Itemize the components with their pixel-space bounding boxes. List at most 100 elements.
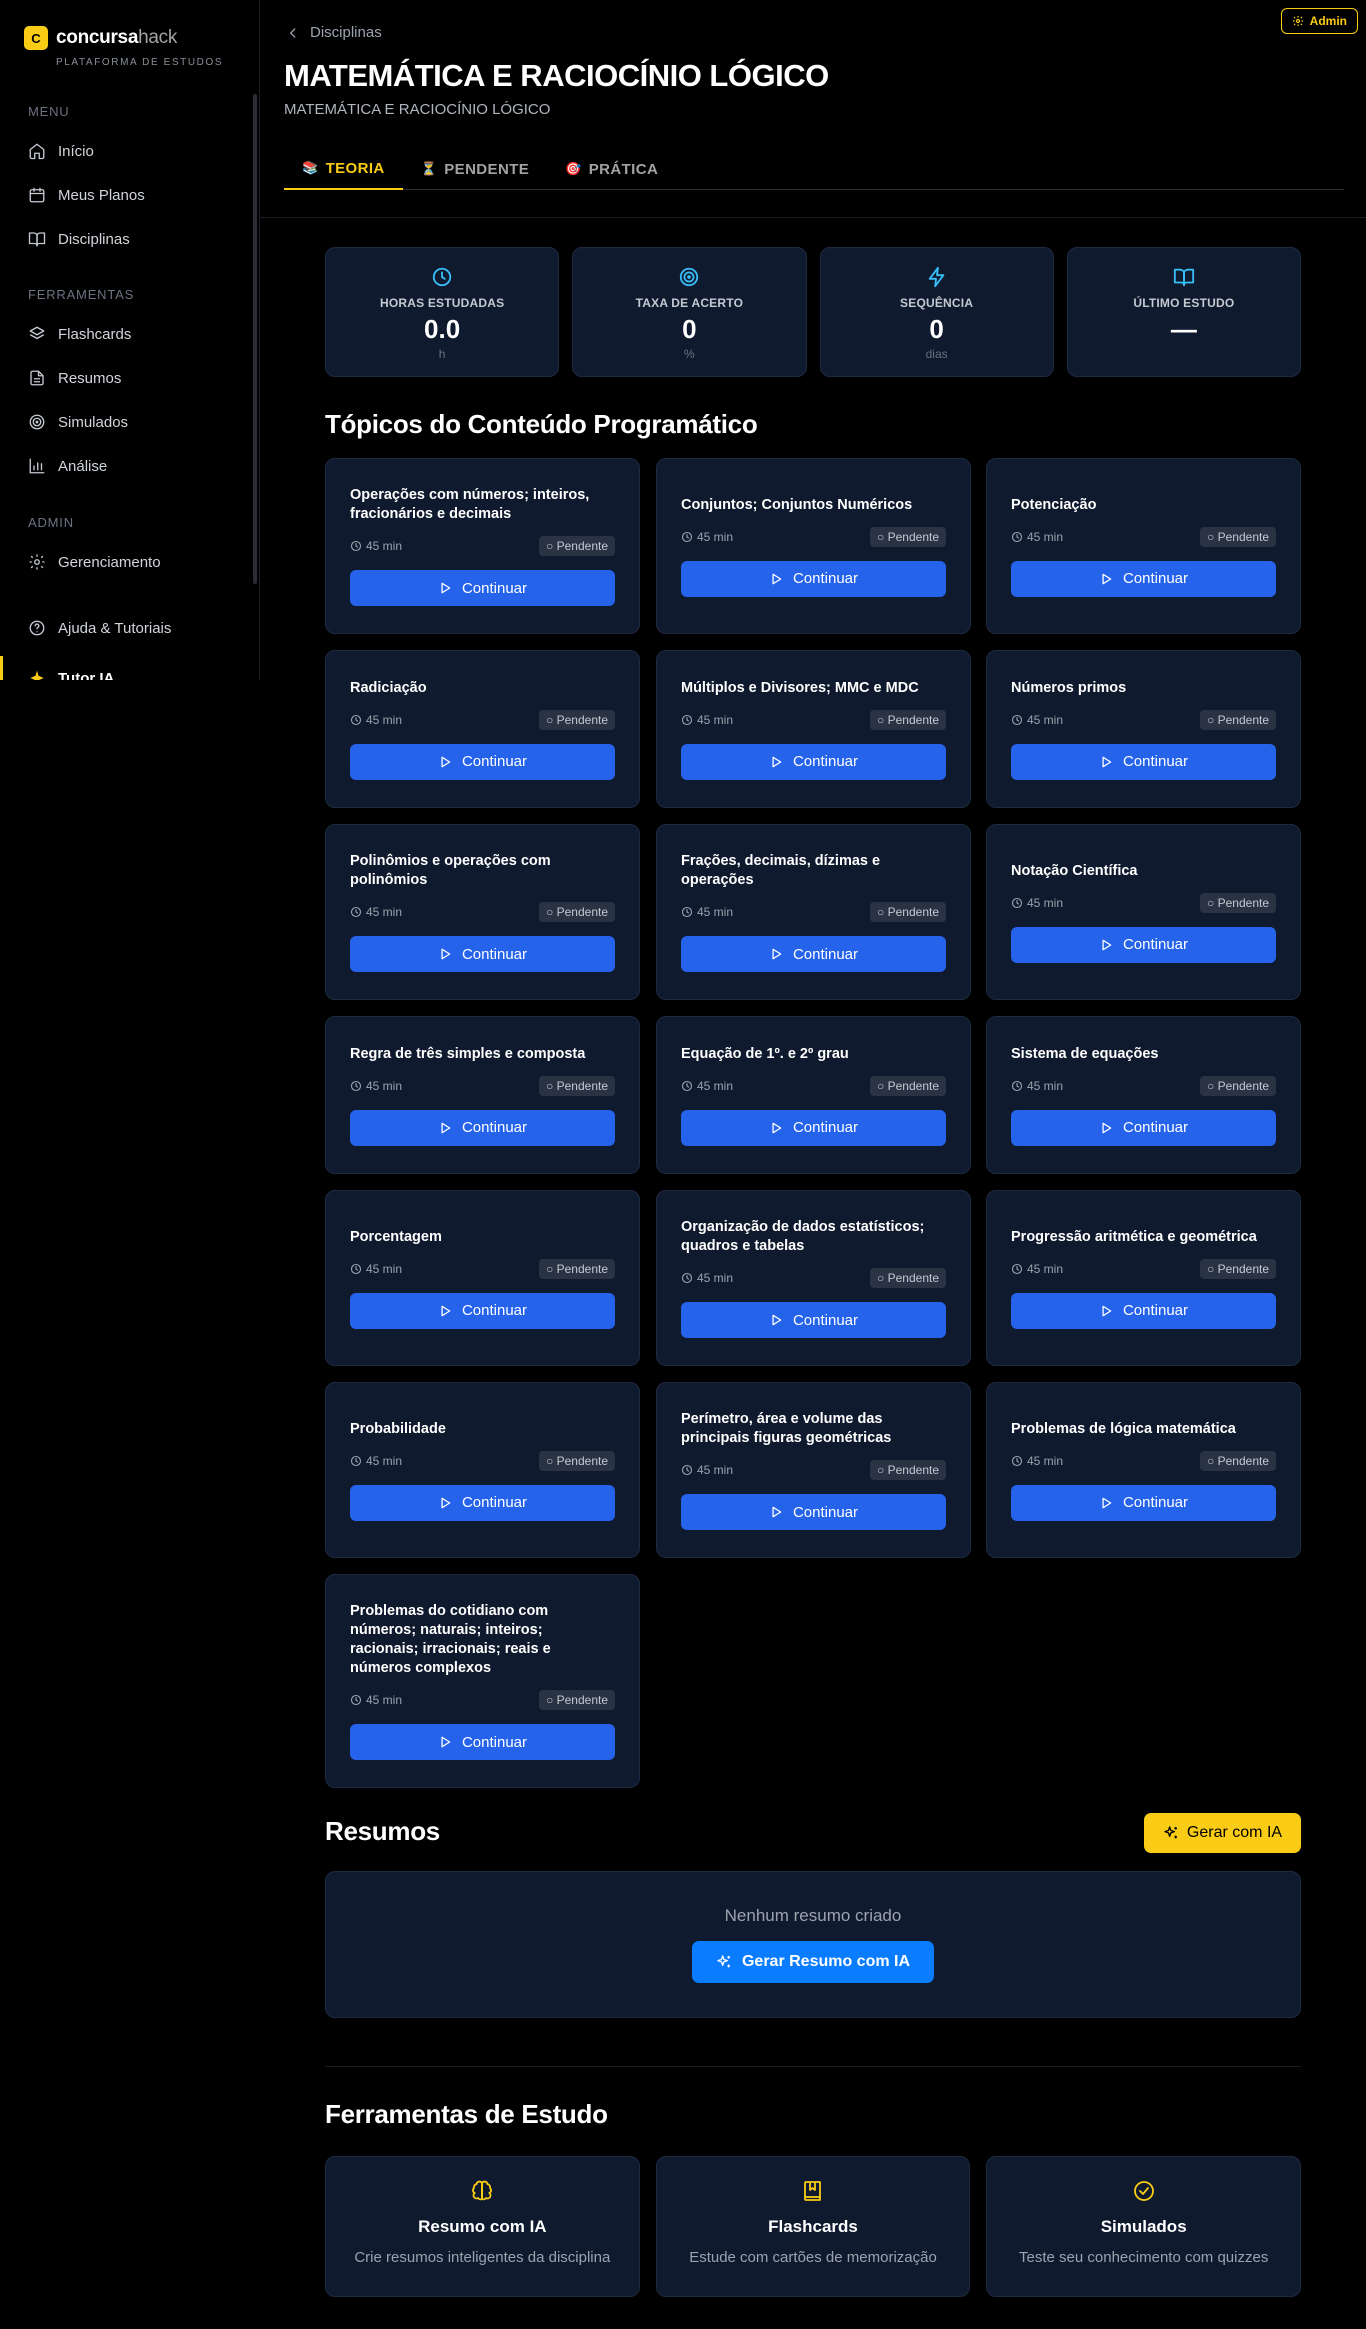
continue-button[interactable]: Continuar — [350, 743, 615, 780]
tool-card-flashcards[interactable]: Flashcards Estude com cartões de memoriz… — [655, 2156, 971, 2297]
tool-card-simulados[interactable]: Simulados Teste seu conhecimento com qui… — [986, 2156, 1302, 2297]
continue-button[interactable]: Continuar — [350, 1484, 615, 1521]
sidebar-item-inicio[interactable]: Início — [28, 139, 248, 163]
play-icon — [769, 1505, 783, 1519]
continue-button[interactable]: Continuar — [350, 1292, 615, 1329]
sidebar-item-meus-planos[interactable]: Meus Planos — [28, 183, 248, 207]
status-badge: ○ Pendente — [1200, 1075, 1276, 1096]
tab-pendente[interactable]: ⏳ PENDENTE — [403, 148, 547, 190]
continue-button[interactable]: Continuar — [681, 1302, 946, 1338]
book-open-icon — [28, 230, 46, 248]
duration: 45 min — [681, 1463, 733, 1477]
page-title: MATEMÁTICA E RACIOCÍNIO LÓGICO — [284, 58, 829, 93]
status-badge: ○ Pendente — [539, 536, 615, 556]
duration: 45 min — [350, 539, 402, 553]
topic-meta: 45 min ○ Pendente — [350, 1075, 615, 1096]
stat-unit: % — [684, 347, 695, 361]
button-label: Continuar — [1122, 570, 1189, 587]
sidebar-scrollbar[interactable] — [253, 94, 257, 584]
duration-label: 45 min — [366, 539, 403, 553]
play-icon — [769, 1121, 783, 1135]
continue-button[interactable]: Continuar — [350, 1109, 615, 1146]
gerar-com-ia-button[interactable]: Gerar com IA — [1144, 1813, 1301, 1853]
continue-button[interactable]: Continuar — [681, 936, 946, 972]
button-label: Continuar — [792, 1311, 859, 1329]
gerar-resumo-button[interactable]: Gerar Resumo com IA — [692, 1941, 934, 1983]
duration: 45 min — [350, 905, 402, 919]
tab-label: PRÁTICA — [588, 160, 659, 178]
empty-message: Nenhum resumo criado — [724, 1906, 902, 1925]
continue-button[interactable]: Continuar — [350, 570, 615, 606]
logo[interactable]: C concursahack — [24, 26, 177, 50]
sidebar-item-resumos[interactable]: Resumos — [28, 366, 248, 390]
stats-row: HORAS ESTUDADAS 0.0 h TAXA DE ACERTO 0 %… — [325, 247, 1301, 377]
sidebar-item-flashcards[interactable]: Flashcards — [28, 322, 248, 346]
continue-button[interactable]: Continuar — [350, 936, 615, 972]
topic-card: Sistema de equações 45 min ○ Pendente Conti… — [986, 1016, 1301, 1174]
continue-button[interactable]: Continuar — [1011, 1109, 1276, 1146]
continue-button[interactable]: Continuar — [1011, 743, 1276, 780]
button-label: Gerar com IA — [1186, 1824, 1283, 1841]
sidebar-item-label: Ajuda & Tutoriais — [58, 619, 172, 637]
sidebar-item-tutor-ia[interactable]: Tutor IA — [28, 666, 248, 680]
tool-card-resumo-ia[interactable]: Resumo com IA Crie resumos inteligentes … — [325, 2156, 640, 2297]
sidebar-item-label: Análise — [58, 457, 108, 475]
sidebar-item-gerenciamento[interactable]: Gerenciamento — [28, 550, 248, 574]
sidebar-item-analise[interactable]: Análise — [28, 454, 248, 478]
stat-unit: h — [438, 347, 446, 361]
topic-title: Múltiplos e Divisores; MMC e MDC — [681, 679, 919, 696]
topic-meta: 45 min ○ Pendente — [1011, 526, 1276, 547]
topic-title: Notação Científica — [1011, 862, 1138, 879]
continue-button[interactable]: Continuar — [1011, 560, 1276, 597]
continue-button[interactable]: Continuar — [1011, 1484, 1276, 1521]
continue-button[interactable]: Continuar — [1011, 1292, 1276, 1329]
dart-target-icon: 🎯 — [565, 161, 582, 176]
admin-badge[interactable]: Admin — [1280, 8, 1358, 34]
topic-meta: 45 min ○ Pendente — [350, 536, 615, 556]
sparkle-icon — [28, 669, 46, 680]
books-icon: 📚 — [302, 160, 319, 175]
topic-title: Perímetro, área e volume das principais … — [681, 1411, 892, 1446]
clock-icon — [1011, 1080, 1023, 1092]
duration-label: 45 min — [1027, 1078, 1064, 1093]
continue-button[interactable]: Continuar — [1011, 926, 1276, 963]
page-subtitle: MATEMÁTICA E RACIOCÍNIO LÓGICO — [284, 101, 551, 118]
topic-title: Problemas do cotidiano com números; natu… — [350, 1603, 551, 1676]
topic-title: Organização de dados estatísticos; quadr… — [681, 1219, 925, 1254]
play-icon — [438, 755, 452, 769]
continue-button[interactable]: Continuar — [681, 743, 946, 780]
topic-meta: 45 min ○ Pendente — [350, 1450, 615, 1471]
bookmark-book-icon — [801, 2179, 825, 2203]
status-badge: ○ Pendente — [539, 1690, 615, 1710]
sidebar-item-label: Flashcards — [58, 325, 132, 343]
sidebar-item-ajuda[interactable]: Ajuda & Tutoriais — [28, 616, 248, 640]
sidebar-item-disciplinas[interactable]: Disciplinas — [28, 227, 248, 251]
topic-card: Progressão aritmética e geométrica 45 min… — [986, 1190, 1301, 1366]
bar-chart-icon — [28, 457, 46, 475]
breadcrumb[interactable]: Disciplinas — [286, 24, 382, 41]
button-label: Continuar — [461, 1119, 528, 1136]
tool-description: Teste seu conhecimento com quizzes — [1019, 2249, 1269, 2266]
continue-button[interactable]: Continuar — [681, 1494, 946, 1530]
sidebar-item-label: Simulados — [58, 413, 129, 431]
play-icon — [769, 1313, 783, 1327]
continue-button[interactable]: Continuar — [350, 1724, 615, 1760]
status-badge: ○ Pendente — [870, 1075, 946, 1096]
play-icon — [1099, 1496, 1113, 1510]
home-icon — [28, 142, 46, 160]
tab-teoria[interactable]: 📚 TEORIA — [284, 148, 403, 190]
clock-icon — [681, 1464, 693, 1476]
duration: 45 min — [1011, 713, 1063, 727]
topic-meta: 45 min ○ Pendente — [681, 1460, 946, 1480]
button-label: Continuar — [1122, 1119, 1189, 1136]
clock-icon — [1011, 1455, 1023, 1467]
tab-pratica[interactable]: 🎯 PRÁTICA — [547, 148, 676, 190]
continue-button[interactable]: Continuar — [681, 560, 946, 597]
sidebar-item-simulados[interactable]: Simulados — [28, 410, 248, 434]
duration-label: 45 min — [697, 1271, 734, 1285]
play-icon — [1099, 755, 1113, 769]
continue-button[interactable]: Continuar — [681, 1109, 946, 1146]
topic-meta: 45 min ○ Pendente — [681, 902, 946, 922]
topic-card: Operações com números; inteiros, fracion… — [325, 458, 640, 634]
topic-title: Potenciação — [1011, 496, 1097, 513]
